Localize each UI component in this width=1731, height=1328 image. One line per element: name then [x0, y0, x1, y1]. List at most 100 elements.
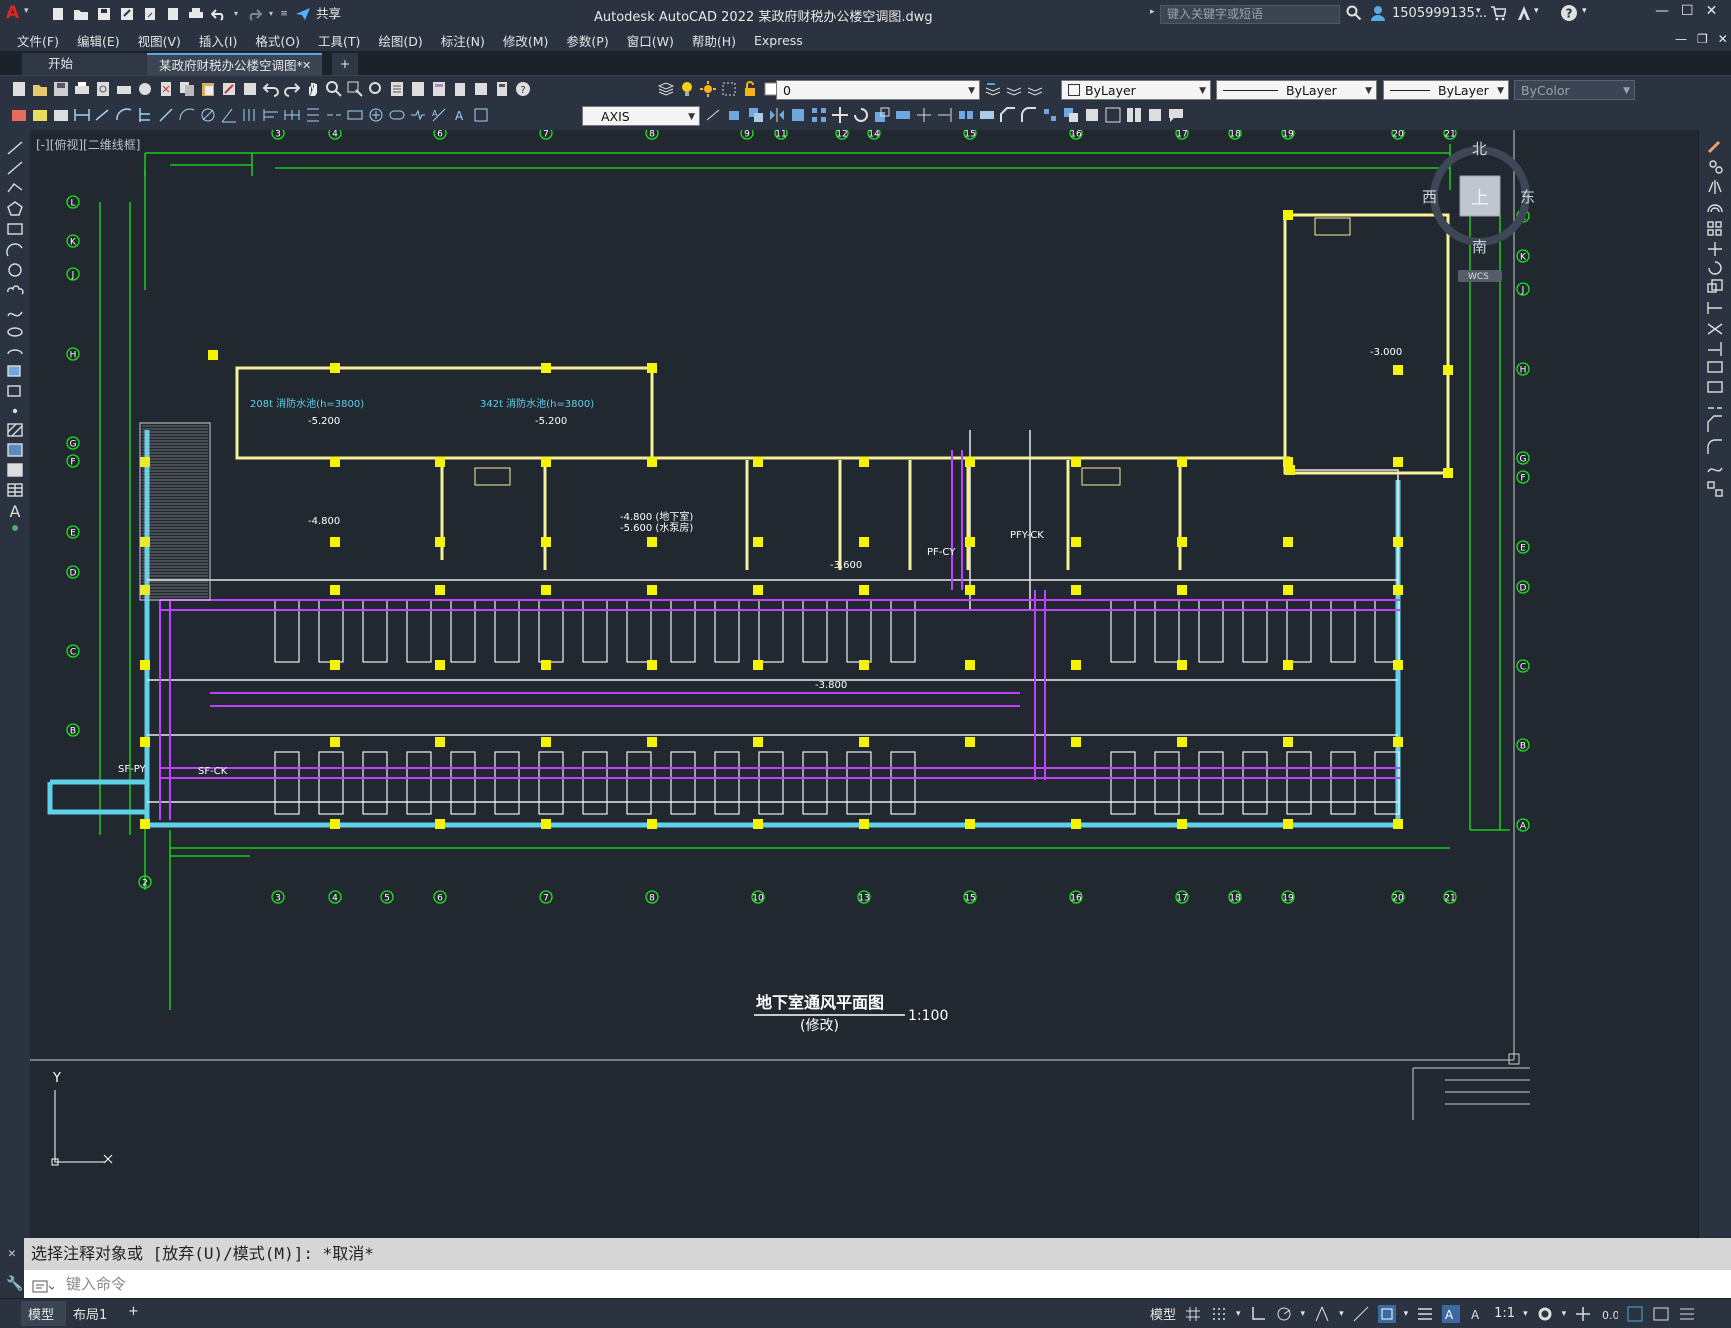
dimstyle-dropdown[interactable]: AXIS ▼ [582, 106, 700, 126]
share-label[interactable]: 共享 [316, 4, 341, 23]
print-icon[interactable] [186, 4, 205, 23]
diameter-dimension-icon[interactable] [199, 106, 217, 124]
offset-icon[interactable] [789, 106, 807, 124]
jogged-linear-icon[interactable] [409, 106, 427, 124]
multiline-text-icon[interactable]: A [10, 502, 21, 521]
stretch-icon[interactable] [894, 106, 912, 124]
point-icon[interactable] [12, 408, 18, 414]
isodraft-dropdown-icon[interactable]: ▾ [1339, 1309, 1344, 1319]
move-tool-icon[interactable] [1708, 242, 1722, 256]
viewcube-north[interactable]: 北 [1472, 138, 1487, 159]
layer-thaw-sun-icon[interactable] [699, 80, 717, 98]
layout1-tab[interactable]: 布局1 [73, 1304, 107, 1323]
scale-dropdown-icon[interactable]: ▾ [1523, 1309, 1528, 1319]
paste-icon[interactable] [199, 80, 217, 98]
break-tool-icon[interactable] [1707, 381, 1723, 393]
tab-active-drawing[interactable]: 某政府财税办公楼空调图* ✕ [147, 53, 322, 75]
wcs-menu[interactable]: WCS [1468, 272, 1489, 282]
viewcube-west[interactable]: 西 [1422, 186, 1437, 207]
snap-icon[interactable] [1210, 1305, 1228, 1323]
layer-match-icon[interactable] [1005, 80, 1023, 98]
menu-view[interactable]: 视图(V) [131, 31, 192, 50]
user-name[interactable]: 1505999135... [1392, 6, 1487, 21]
autodesk-a360-icon[interactable] [1516, 5, 1532, 25]
workspace-gear-icon[interactable] [1536, 1305, 1554, 1323]
quick-properties-icon[interactable] [1626, 1305, 1644, 1323]
insert-block-icon[interactable] [7, 365, 21, 377]
rotate-icon[interactable] [852, 106, 870, 124]
ordinate-dimension-icon[interactable] [136, 106, 154, 124]
scale-tool-icon[interactable] [1707, 279, 1723, 293]
cart-icon[interactable] [1490, 5, 1508, 25]
save-as-icon[interactable] [117, 4, 136, 23]
viewcube[interactable]: 北 南 东 西 上 WCS [1420, 140, 1540, 290]
help-icon[interactable]: ? [1560, 4, 1578, 26]
ortho-icon[interactable] [1249, 1305, 1267, 1323]
menu-edit[interactable]: 编辑(E) [70, 31, 131, 50]
drawing-canvas[interactable]: [-][俯视][二维线框] 3 4 6 7 8 9 11 12 14 15 16 17 18 19 20 21… [30, 130, 1698, 1238]
3d-print-icon[interactable] [136, 80, 154, 98]
menu-window[interactable]: 窗口(W) [620, 31, 685, 50]
customize-qat-icon[interactable]: ≡ [279, 4, 289, 23]
xref-icon[interactable] [1146, 106, 1164, 124]
erase-icon[interactable] [726, 106, 744, 124]
properties-icon[interactable] [388, 80, 406, 98]
center-mark-icon[interactable] [367, 106, 385, 124]
redo-dropdown-icon[interactable]: ▾ [267, 4, 275, 23]
command-close-icon[interactable]: ✕ [8, 1238, 16, 1270]
erase-tool-icon[interactable] [1707, 140, 1721, 154]
menu-format[interactable]: 格式(O) [248, 31, 311, 50]
customize-icon[interactable]: 🔧 [6, 1270, 23, 1298]
fillet-tool-icon[interactable] [1707, 439, 1722, 454]
region-icon[interactable] [7, 463, 23, 477]
menu-parametric[interactable]: 参数(P) [559, 31, 619, 50]
command-line-input[interactable]: 🔧 键入命令 [0, 1270, 1731, 1298]
pan-icon[interactable] [304, 80, 322, 98]
zoom-window-icon[interactable] [346, 80, 364, 98]
extend-tool-icon[interactable] [1708, 342, 1722, 356]
dimension-text-edit-icon[interactable]: A [451, 106, 469, 124]
redo-icon[interactable] [244, 4, 263, 23]
copy-object-icon[interactable] [747, 106, 765, 124]
arc-length-icon[interactable] [115, 106, 133, 124]
osnap-dropdown-icon[interactable]: ▾ [1404, 1309, 1409, 1319]
help-dropdown-icon[interactable]: ▾ [1582, 6, 1587, 16]
workspace-dropdown-icon[interactable]: ▾ [1562, 1309, 1567, 1319]
extend-icon[interactable] [936, 106, 954, 124]
lineweight-dropdown[interactable]: ByLayer ▼ [1383, 80, 1509, 100]
offset-tool-icon[interactable] [1707, 204, 1723, 213]
block-insert-icon[interactable] [1083, 106, 1101, 124]
construction-line-icon[interactable] [7, 161, 23, 175]
annotation-monitor-icon[interactable] [1574, 1305, 1592, 1323]
ellipse-icon[interactable] [7, 327, 23, 337]
polygon-icon[interactable] [7, 201, 23, 216]
doc-restore-icon[interactable]: ❐ [1697, 32, 1708, 46]
rectangle-icon[interactable] [7, 223, 23, 235]
grid-icon[interactable] [1184, 1305, 1202, 1323]
polyline-icon[interactable] [7, 183, 23, 193]
layer-previous-icon[interactable] [1026, 80, 1044, 98]
maximize-icon[interactable]: ☐ [1681, 3, 1694, 19]
tab-close-icon[interactable]: ✕ [302, 55, 311, 77]
menu-help[interactable]: 帮助(H) [685, 31, 747, 50]
comment-icon[interactable] [1167, 106, 1185, 124]
match-properties-icon[interactable] [220, 80, 238, 98]
linetype-dropdown[interactable]: ByLayer ▼ [1216, 80, 1377, 100]
layer-on-bulb-icon[interactable] [678, 80, 696, 98]
array-icon[interactable] [810, 106, 828, 124]
trim-icon[interactable] [915, 106, 933, 124]
plot-preview-icon[interactable] [163, 4, 182, 23]
scale-icon[interactable] [873, 106, 891, 124]
add-selected-icon[interactable] [12, 525, 18, 531]
revision-cloud-icon[interactable] [7, 285, 24, 295]
object-snap-icon[interactable] [1377, 1304, 1396, 1323]
new-tab-button[interactable]: + [332, 53, 358, 75]
zoom-previous-icon[interactable] [367, 80, 385, 98]
undo-tool-icon[interactable] [262, 80, 280, 98]
polar-tracking-icon[interactable] [1275, 1305, 1293, 1323]
polar-dropdown-icon[interactable]: ▾ [1301, 1309, 1306, 1319]
angular-dimension-icon[interactable] [220, 106, 238, 124]
layer-properties-icon[interactable] [657, 80, 675, 98]
close-icon[interactable]: ✕ [1706, 3, 1718, 19]
block-editor-icon[interactable] [241, 80, 259, 98]
